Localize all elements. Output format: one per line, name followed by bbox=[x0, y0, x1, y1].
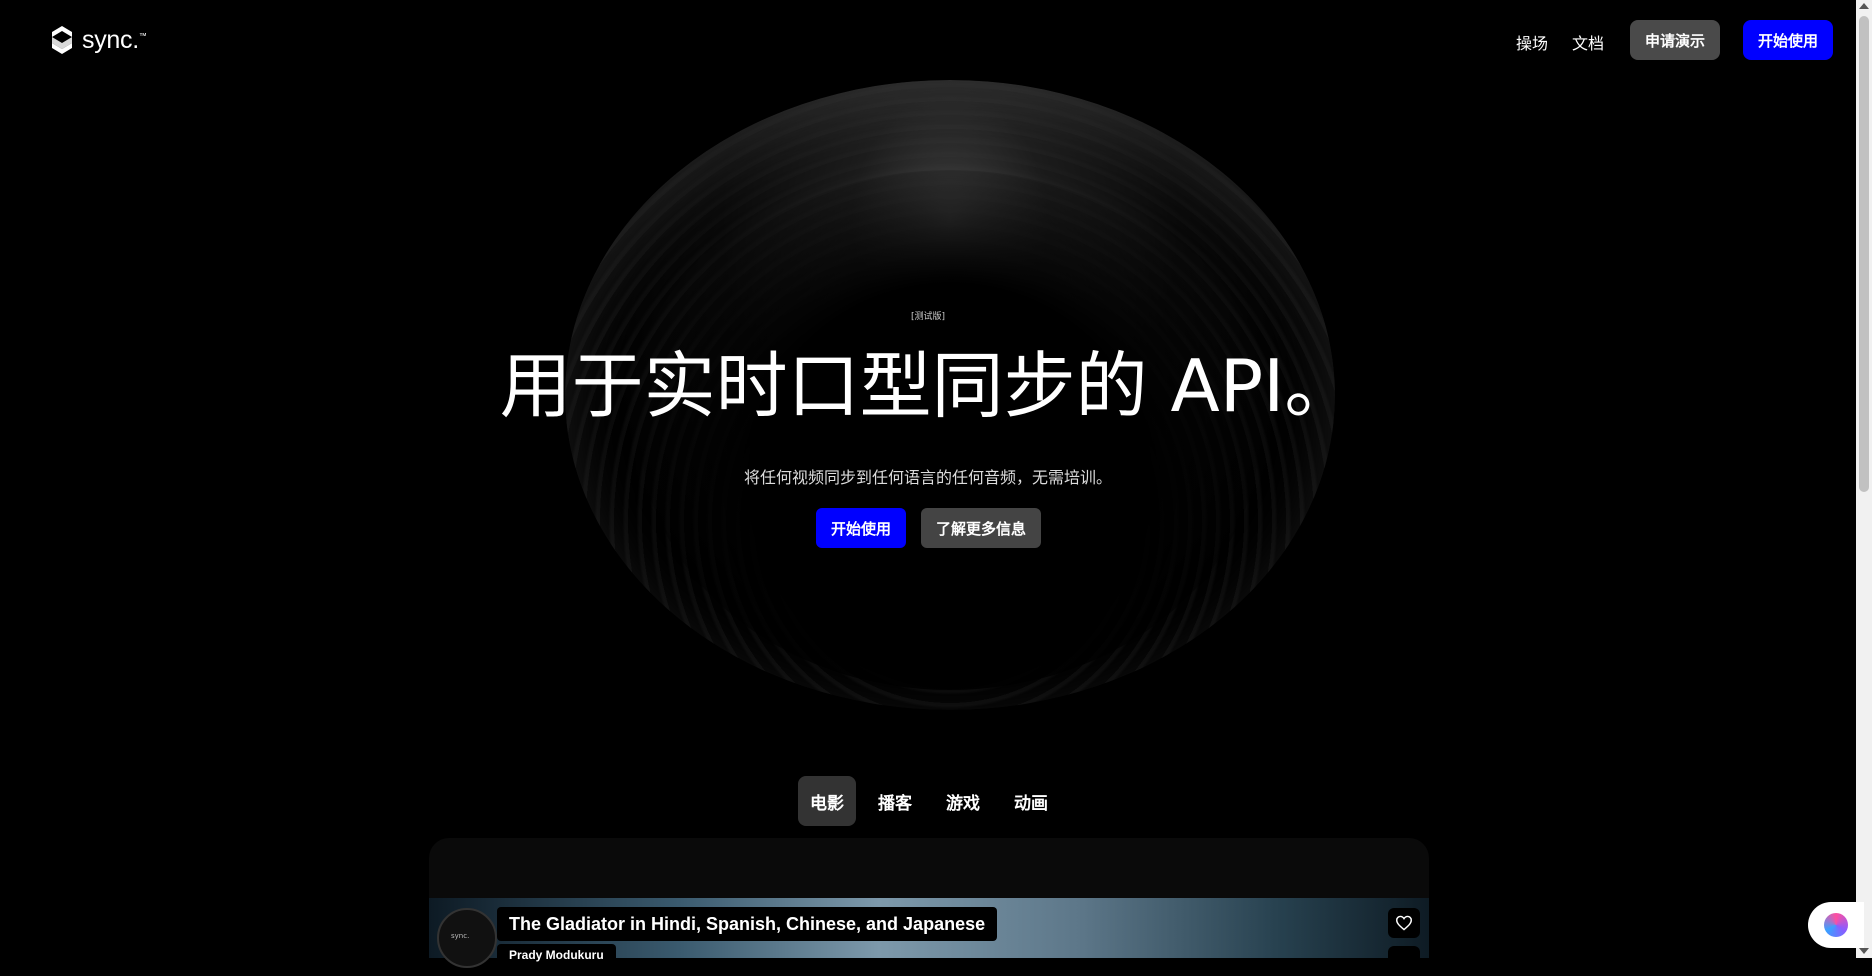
nav-playground[interactable]: 操场 bbox=[1516, 30, 1548, 54]
scroll-down-arrow-icon[interactable] bbox=[1859, 948, 1869, 954]
video-title[interactable]: The Gladiator in Hindi, Spanish, Chinese… bbox=[497, 907, 998, 941]
assistant-widget[interactable] bbox=[1808, 902, 1864, 948]
tab-games[interactable]: 游戏 bbox=[934, 776, 992, 826]
avatar[interactable]: sync. bbox=[437, 908, 497, 968]
video-author[interactable]: Prady Modukuru bbox=[497, 944, 616, 964]
hero-get-started-button[interactable]: 开始使用 bbox=[816, 508, 906, 548]
logo-text: sync.™ bbox=[82, 25, 147, 54]
request-demo-button[interactable]: 申请演示 bbox=[1630, 20, 1720, 60]
logo[interactable]: sync.™ bbox=[50, 24, 147, 56]
scroll-thumb[interactable] bbox=[1859, 16, 1869, 492]
secondary-video-action[interactable] bbox=[1388, 946, 1420, 976]
top-nav: sync.™ 操场 文档 申请演示 开始使用 bbox=[0, 0, 1856, 80]
beta-label: [测试版] bbox=[910, 312, 946, 322]
tab-podcasts[interactable]: 播客 bbox=[866, 776, 924, 826]
nav-docs[interactable]: 文档 bbox=[1572, 30, 1604, 54]
get-started-button[interactable]: 开始使用 bbox=[1743, 20, 1833, 60]
tab-animation[interactable]: 动画 bbox=[1002, 776, 1060, 826]
hero-title: 用于实时口型同步的 API。 bbox=[499, 344, 1357, 428]
sync-logo-icon bbox=[52, 26, 72, 54]
assistant-brain-icon bbox=[1824, 913, 1848, 937]
like-button[interactable] bbox=[1388, 908, 1420, 938]
scroll-up-arrow-icon[interactable] bbox=[1859, 3, 1869, 9]
video-card-header bbox=[429, 838, 1429, 898]
tab-movies[interactable]: 电影 bbox=[798, 776, 856, 826]
avatar-text: sync. bbox=[451, 932, 470, 940]
learn-more-button[interactable]: 了解更多信息 bbox=[921, 508, 1041, 548]
hero-subtitle: 将任何视频同步到任何语言的任何音频，无需培训。 bbox=[743, 468, 1112, 487]
category-tabs: 电影 播客 游戏 动画 bbox=[798, 776, 1060, 826]
heart-icon bbox=[1395, 915, 1413, 931]
